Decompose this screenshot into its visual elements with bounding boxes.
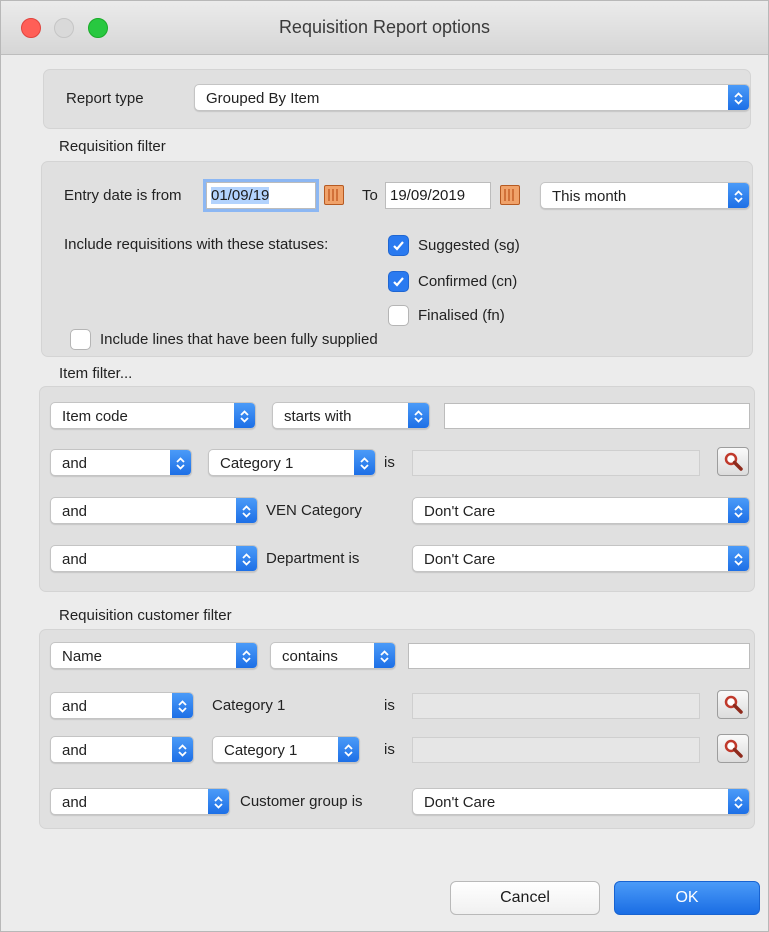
customer-field-select[interactable]: Name xyxy=(50,642,258,669)
date-from-field[interactable]: 01/09/19 xyxy=(203,179,319,212)
chevron-updown-icon xyxy=(338,737,359,762)
requisition-filter-heading: Requisition filter xyxy=(59,138,166,155)
period-select[interactable]: This month xyxy=(540,182,750,209)
date-from-value: 01/09/19 xyxy=(211,187,270,204)
confirmed-checkbox[interactable] xyxy=(388,271,409,292)
ven-category-value: Don't Care xyxy=(424,503,496,520)
chevron-updown-icon xyxy=(170,450,191,475)
chevron-updown-icon xyxy=(236,643,257,668)
ven-category-label: VEN Category xyxy=(266,502,362,519)
chevron-updown-icon xyxy=(728,789,749,814)
conj-value: and xyxy=(62,503,88,520)
chevron-updown-icon xyxy=(234,403,255,428)
chevron-updown-icon xyxy=(236,498,257,523)
report-type-select[interactable]: Grouped By Item xyxy=(194,84,750,111)
title-bar[interactable]: Requisition Report options xyxy=(1,1,768,55)
fully-supplied-label: Include lines that have been fully suppl… xyxy=(100,331,378,348)
chevron-updown-icon xyxy=(374,643,395,668)
category-value: Category 1 xyxy=(220,455,294,472)
customer-category-input-2 xyxy=(412,737,700,763)
calendar-icon[interactable] xyxy=(500,185,520,205)
customer-filter-panel: Name contains and Category 1 is and Cate… xyxy=(39,629,755,829)
item-operator-select[interactable]: starts with xyxy=(272,402,430,429)
suggested-checkbox[interactable] xyxy=(388,235,409,256)
chevron-updown-icon xyxy=(728,85,749,110)
category-value: Category 1 xyxy=(224,742,298,759)
item-field-select[interactable]: Item code xyxy=(50,402,256,429)
report-options-dialog: Requisition Report options Report type G… xyxy=(0,0,769,932)
customer-conj-select-3[interactable]: and xyxy=(50,736,194,763)
chevron-updown-icon xyxy=(354,450,375,475)
date-to-field[interactable]: 19/09/2019 xyxy=(385,182,491,209)
finalised-checkbox[interactable] xyxy=(388,305,409,326)
conj-value: and xyxy=(62,551,88,568)
window-title: Requisition Report options xyxy=(278,17,491,37)
customer-category-label: Category 1 xyxy=(212,697,286,714)
department-value: Don't Care xyxy=(424,551,496,568)
customer-category-search-button[interactable] xyxy=(717,690,749,719)
calendar-icon[interactable] xyxy=(324,185,344,205)
department-select[interactable]: Don't Care xyxy=(412,545,750,572)
customer-name-input[interactable] xyxy=(408,643,750,669)
item-filter-heading: Item filter... xyxy=(59,365,133,382)
item-category-select[interactable]: Category 1 xyxy=(208,449,376,476)
chevron-updown-icon xyxy=(172,737,193,762)
finalised-label: Finalised (fn) xyxy=(418,307,505,324)
customer-conj-select-2[interactable]: and xyxy=(50,692,194,719)
item-field-value: Item code xyxy=(62,408,128,425)
item-code-input[interactable] xyxy=(444,403,750,429)
requisition-filter-panel: Entry date is from 01/09/19 To 19/09/201… xyxy=(41,161,753,357)
conj-value: and xyxy=(62,742,88,759)
customer-operator-value: contains xyxy=(282,648,338,665)
to-label: To xyxy=(362,187,378,204)
customer-category-select[interactable]: Category 1 xyxy=(212,736,360,763)
customer-category-search-button-2[interactable] xyxy=(717,734,749,763)
chevron-updown-icon xyxy=(408,403,429,428)
customer-filter-heading: Requisition customer filter xyxy=(59,607,232,624)
report-type-panel: Report type Grouped By Item xyxy=(43,69,751,129)
item-conj-select-3[interactable]: and xyxy=(50,497,258,524)
period-value: This month xyxy=(552,188,627,205)
is-label: is xyxy=(384,741,395,758)
is-label: is xyxy=(384,697,395,714)
customer-conj-select-4[interactable]: and xyxy=(50,788,230,815)
item-conj-select-4[interactable]: and xyxy=(50,545,258,572)
customer-operator-select[interactable]: contains xyxy=(270,642,396,669)
item-operator-value: starts with xyxy=(284,408,352,425)
report-type-label: Report type xyxy=(66,90,144,107)
cancel-button[interactable]: Cancel xyxy=(450,881,600,915)
conj-value: and xyxy=(62,698,88,715)
is-label: is xyxy=(384,454,395,471)
chevron-updown-icon xyxy=(172,693,193,718)
conj-value: and xyxy=(62,794,88,811)
suggested-label: Suggested (sg) xyxy=(418,237,520,254)
customer-group-select[interactable]: Don't Care xyxy=(412,788,750,815)
chevron-updown-icon xyxy=(728,498,749,523)
item-category-input xyxy=(412,450,700,476)
conj-value: and xyxy=(62,455,88,472)
entry-date-label: Entry date is from xyxy=(64,187,182,204)
statuses-label: Include requisitions with these statuses… xyxy=(64,236,329,253)
chevron-updown-icon xyxy=(208,789,229,814)
fully-supplied-checkbox[interactable] xyxy=(70,329,91,350)
item-category-search-button[interactable] xyxy=(717,447,749,476)
report-type-value: Grouped By Item xyxy=(206,90,320,107)
item-conj-select-2[interactable]: and xyxy=(50,449,192,476)
ok-button[interactable]: OK xyxy=(614,881,760,915)
ven-category-select[interactable]: Don't Care xyxy=(412,497,750,524)
customer-group-label: Customer group is xyxy=(240,793,363,810)
confirmed-label: Confirmed (cn) xyxy=(418,273,518,290)
chevron-updown-icon xyxy=(728,183,749,208)
department-label: Department is xyxy=(266,550,360,567)
item-filter-panel: Item code starts with and Category 1 is … xyxy=(39,386,755,592)
chevron-updown-icon xyxy=(728,546,749,571)
customer-field-value: Name xyxy=(62,648,103,665)
chevron-updown-icon xyxy=(236,546,257,571)
customer-group-value: Don't Care xyxy=(424,794,496,811)
customer-category-input xyxy=(412,693,700,719)
